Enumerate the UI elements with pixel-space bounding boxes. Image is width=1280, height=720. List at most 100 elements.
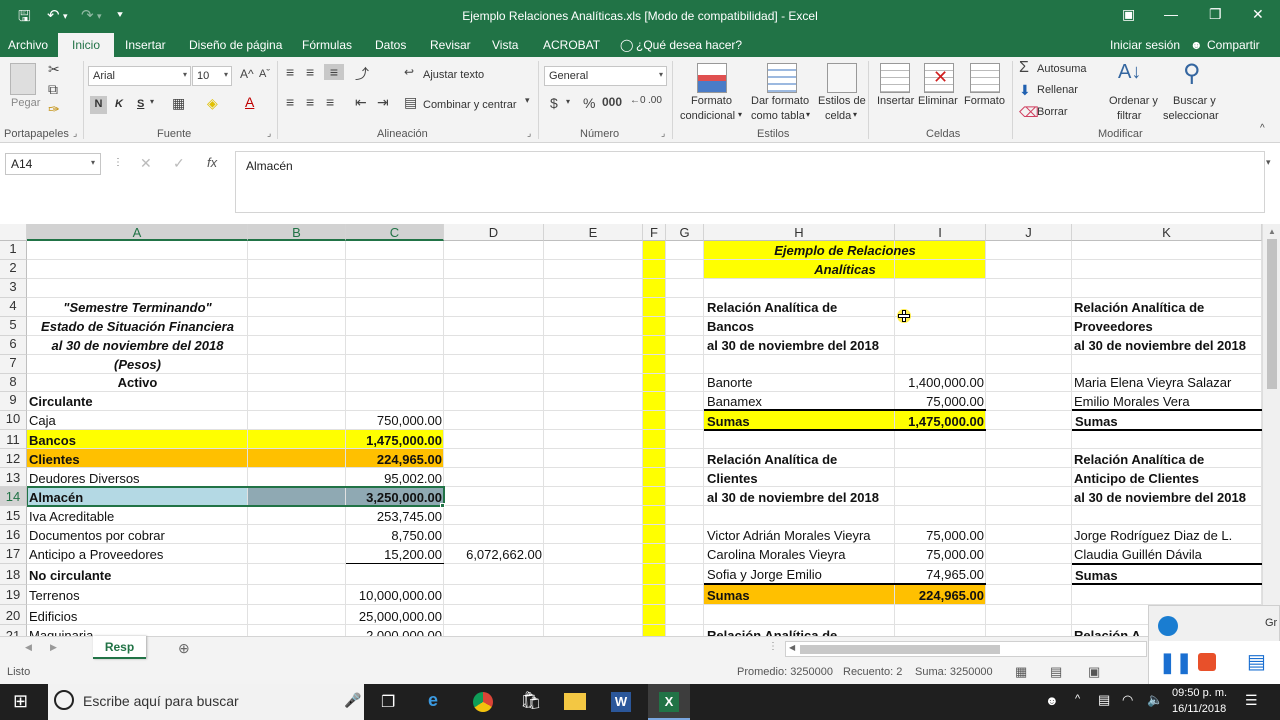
cell-i10[interactable]: 1,475,000.00 <box>895 412 986 429</box>
tab-insertar[interactable]: Insertar <box>125 38 166 52</box>
cell-h16[interactable]: Victor Adrián Morales Vieyra <box>707 526 871 543</box>
name-box-dropdown-icon[interactable]: ▾ <box>91 158 95 167</box>
notifications-icon[interactable]: ☰ <box>1245 692 1258 709</box>
cell-i9[interactable]: 75,000.00 <box>895 392 986 409</box>
tab-archivo[interactable]: Archivo <box>8 38 48 52</box>
borders-icon[interactable]: ▦ <box>172 95 185 112</box>
cell-a12[interactable]: Clientes <box>29 450 80 467</box>
column-header-i[interactable]: I <box>895 224 986 241</box>
dialog-launcher-icon[interactable]: ⌟ <box>73 128 77 139</box>
column-header-h[interactable]: H <box>704 224 895 241</box>
scroll-left-icon[interactable]: ◀ <box>789 643 795 652</box>
italic-button[interactable]: K <box>115 98 123 110</box>
comma-style-icon[interactable]: 000 <box>602 95 622 109</box>
row-header[interactable]: 15 <box>0 506 27 525</box>
tab-inicio[interactable]: Inicio <box>58 33 115 57</box>
cell-c21[interactable]: 2,000,000.00 <box>346 626 444 636</box>
cell-c13[interactable]: 95,002.00 <box>346 469 444 486</box>
stop-icon[interactable] <box>1198 653 1216 671</box>
clear-button[interactable]: Borrar <box>1037 106 1068 118</box>
insert-button[interactable]: Insertar <box>877 95 914 107</box>
format-table-label-2[interactable]: como tabla <box>751 110 805 122</box>
tab-revisar[interactable]: Revisar <box>430 38 471 52</box>
microphone-icon[interactable]: 🎤 <box>344 692 361 709</box>
collapse-ribbon-icon[interactable]: ^ <box>1260 123 1265 134</box>
delete-cells-icon[interactable]: ✕ <box>924 63 954 93</box>
row-header[interactable]: 13 <box>0 468 27 487</box>
cell-h10[interactable]: Sumas <box>707 412 750 429</box>
cell-h12[interactable]: Relación Analítica de <box>707 450 837 467</box>
cell-a19[interactable]: Terrenos <box>29 586 80 603</box>
sort-filter-label-2[interactable]: filtrar <box>1117 110 1141 122</box>
paste-button[interactable]: Pegar <box>11 97 40 109</box>
cell-a9[interactable]: Circulante <box>29 392 93 409</box>
decrease-decimal-icon[interactable]: .00 <box>648 95 662 106</box>
row-header[interactable]: 20 <box>0 605 27 625</box>
cell-c11[interactable]: 1,475,000.00 <box>346 431 444 448</box>
next-sheet-icon[interactable]: ▶ <box>50 642 57 653</box>
file-explorer-icon[interactable] <box>564 693 586 710</box>
cell-a21[interactable]: Maquinaria <box>29 626 93 636</box>
dropdown-icon[interactable]: ▾ <box>738 110 742 119</box>
new-sheet-icon[interactable]: ⊕ <box>178 640 190 657</box>
cell-c16[interactable]: 8,750.00 <box>346 526 444 543</box>
underline-button[interactable]: S <box>137 98 144 110</box>
sort-filter-label-1[interactable]: Ordenar y <box>1109 95 1158 107</box>
row-header[interactable]: 16 <box>0 525 27 544</box>
cell-h4[interactable]: Relación Analítica de <box>707 298 837 315</box>
row-header[interactable]: 3 <box>0 279 27 298</box>
minimize-icon[interactable]: — <box>1164 6 1178 22</box>
cell-k8[interactable]: Maria Elena Vieyra Salazar <box>1074 373 1231 390</box>
cut-icon[interactable]: ✂ <box>48 61 60 78</box>
close-icon[interactable]: ✕ <box>1252 6 1264 23</box>
prev-sheet-icon[interactable]: ◀ <box>25 642 32 653</box>
insert-function-button[interactable]: fx <box>207 155 217 170</box>
tab-formulas[interactable]: Fórmulas <box>302 38 352 52</box>
column-header-j[interactable]: J <box>986 224 1072 241</box>
taskbar-search[interactable]: Escribe aquí para buscar 🎤 <box>48 684 364 720</box>
fill-color-icon[interactable]: ◈ <box>207 95 218 112</box>
autosum-button[interactable]: Autosuma <box>1037 63 1087 75</box>
conditional-format-label-1[interactable]: Formato <box>691 95 732 107</box>
cell-a7[interactable]: (Pesos) <box>27 355 248 372</box>
bold-button[interactable]: N <box>90 96 107 114</box>
windows-start-icon[interactable]: ⊞ <box>13 691 28 712</box>
format-cells-icon[interactable] <box>970 63 1000 93</box>
cell-c17[interactable]: 15,200.00 <box>346 545 444 562</box>
cell-k6[interactable]: al 30 de noviembre del 2018 <box>1074 336 1246 353</box>
column-header-a[interactable]: A <box>27 224 248 241</box>
row-header[interactable]: 7 <box>0 355 27 374</box>
currency-icon[interactable]: $ <box>550 95 558 111</box>
cell-i16[interactable]: 75,000.00 <box>895 526 986 543</box>
row-header[interactable]: 8 <box>0 374 27 392</box>
find-select-label-1[interactable]: Buscar y <box>1173 95 1216 107</box>
dialog-launcher-icon[interactable]: ⌟ <box>661 128 665 139</box>
cell-a11[interactable]: Bancos <box>29 431 76 448</box>
cell-a4[interactable]: "Semestre Terminando" <box>27 298 248 315</box>
align-right-icon[interactable]: ≡ <box>326 94 334 110</box>
format-painter-icon[interactable]: ✑ <box>48 101 60 118</box>
column-header-k[interactable]: K <box>1072 224 1262 241</box>
row-header[interactable]: 9 <box>0 392 27 411</box>
cell-styles-icon[interactable] <box>827 63 857 93</box>
row-header[interactable]: 10 <box>0 411 27 430</box>
sign-in-link[interactable]: Iniciar sesión <box>1110 38 1180 52</box>
column-header-b[interactable]: B <box>248 224 346 241</box>
tell-me-input[interactable]: ¿Qué desea hacer? <box>636 38 742 52</box>
maximize-icon[interactable]: ❐ <box>1209 6 1222 23</box>
cell-c14[interactable]: 3,250,000.00 <box>346 488 444 505</box>
find-icon[interactable]: ⚲ <box>1183 59 1201 88</box>
people-icon[interactable]: ☻ <box>1045 693 1059 708</box>
cell-h17[interactable]: Carolina Morales Vieyra <box>707 545 846 562</box>
currency-dropdown-icon[interactable]: ▾ <box>566 97 570 106</box>
vertical-scrollbar[interactable]: ▲ <box>1262 224 1280 636</box>
name-box[interactable]: A14 ▾ <box>5 153 101 175</box>
row-header[interactable]: 12 <box>0 449 27 468</box>
cell-c15[interactable]: 253,745.00 <box>346 507 444 524</box>
column-header-c[interactable]: C <box>346 224 444 241</box>
excel-taskbar-button[interactable]: X <box>648 684 690 720</box>
sort-filter-icon[interactable]: A↓ <box>1118 61 1141 84</box>
horizontal-scrollbar[interactable]: ◀ <box>785 641 1147 657</box>
cell-styles-label-2[interactable]: celda <box>825 110 851 122</box>
row-header[interactable]: 17 <box>0 544 27 564</box>
